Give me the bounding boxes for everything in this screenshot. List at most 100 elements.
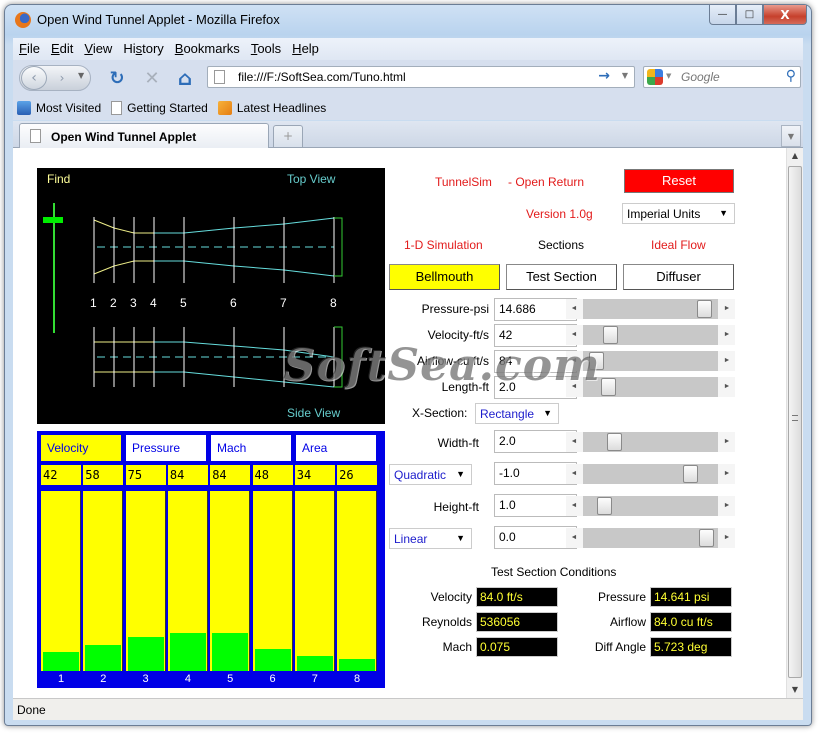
scroll-up-icon[interactable]: ▲ bbox=[787, 148, 803, 164]
reload-button[interactable]: ↻ bbox=[106, 67, 128, 89]
version-label: Version 1.0g bbox=[526, 207, 593, 221]
arrow-right-icon[interactable]: ► bbox=[719, 351, 735, 371]
arrow-right-icon[interactable]: ► bbox=[719, 464, 735, 484]
menu-help[interactable]: Help bbox=[286, 38, 324, 60]
input-linear[interactable]: 0.0 bbox=[494, 526, 577, 549]
forward-button[interactable]: › bbox=[50, 69, 74, 87]
section-button-test-section[interactable]: Test Section bbox=[506, 264, 617, 290]
slider-thumb[interactable] bbox=[597, 497, 613, 515]
menu-edit[interactable]: Edit bbox=[45, 38, 78, 60]
arrow-left-icon[interactable]: ◄ bbox=[566, 299, 582, 319]
slider-thumb[interactable] bbox=[697, 300, 712, 318]
menu-tools[interactable]: Tools bbox=[245, 38, 286, 60]
select-linear[interactable]: Linear ▼ bbox=[389, 528, 472, 549]
slider-pressure-psi[interactable]: ◄ ► bbox=[566, 299, 735, 319]
home-button[interactable]: ⌂ bbox=[174, 66, 196, 90]
arrow-right-icon[interactable]: ► bbox=[719, 299, 735, 319]
list-all-tabs-button[interactable]: ▼ bbox=[781, 125, 801, 147]
slider-thumb[interactable] bbox=[607, 433, 622, 451]
google-logo-icon[interactable] bbox=[647, 69, 663, 85]
slider-track[interactable] bbox=[583, 299, 718, 319]
input-pressure-psi[interactable]: 14.686 bbox=[494, 298, 577, 321]
input-width-ft[interactable]: 2.0 bbox=[494, 430, 577, 453]
arrow-right-icon[interactable]: ► bbox=[719, 528, 735, 548]
station-bar bbox=[41, 491, 81, 671]
arrow-right-icon[interactable]: ► bbox=[719, 496, 735, 516]
slider-thumb[interactable] bbox=[589, 352, 604, 370]
arrow-left-icon[interactable]: ◄ bbox=[566, 496, 582, 516]
history-dropdown-icon[interactable]: ▼ bbox=[78, 71, 84, 80]
slider-track[interactable] bbox=[583, 325, 718, 345]
plot-tab-pressure[interactable]: Pressure bbox=[126, 435, 206, 461]
input-velocity-ft-s[interactable]: 42 bbox=[494, 324, 577, 347]
slider-track[interactable] bbox=[583, 528, 718, 548]
plot-tab-velocity[interactable]: Velocity bbox=[41, 435, 121, 461]
url-input[interactable]: file:///F:/SoftSea.com/Tuno.html bbox=[238, 70, 406, 84]
plot-tab-mach[interactable]: Mach bbox=[211, 435, 291, 461]
arrow-right-icon[interactable]: ► bbox=[719, 325, 735, 345]
new-tab-button[interactable]: + bbox=[273, 125, 303, 147]
scroll-thumb[interactable] bbox=[788, 166, 802, 678]
slider-airflow-cu-ft-s[interactable]: ◄ ► bbox=[566, 351, 735, 371]
section-button-diffuser[interactable]: Diffuser bbox=[623, 264, 734, 290]
find-label[interactable]: Find bbox=[47, 172, 70, 186]
maximize-button[interactable]: □ bbox=[736, 5, 763, 25]
slider-quadratic[interactable]: ◄ ► bbox=[566, 464, 735, 484]
label-airflow-cu-ft-s: Airflow-cu ft/s bbox=[416, 354, 489, 368]
go-arrow-icon[interactable]: → bbox=[598, 68, 610, 84]
sections-label: Sections bbox=[538, 238, 585, 252]
slider-track[interactable] bbox=[583, 351, 718, 371]
bookmark-latest-headlines[interactable]: Latest Headlines bbox=[214, 96, 332, 120]
slider-track[interactable] bbox=[583, 464, 718, 484]
units-select[interactable]: Imperial Units ▼ bbox=[622, 203, 735, 224]
bookmark-most-visited[interactable]: Most Visited bbox=[13, 96, 107, 120]
arrow-left-icon[interactable]: ◄ bbox=[566, 325, 582, 345]
search-icon[interactable]: ⚲ bbox=[786, 68, 796, 84]
plot-tab-area[interactable]: Area bbox=[296, 435, 376, 461]
input-length-ft[interactable]: 2.0 bbox=[494, 376, 577, 399]
close-button[interactable]: X bbox=[763, 5, 807, 25]
stop-button[interactable]: ✕ bbox=[141, 67, 163, 89]
search-input[interactable]: Google bbox=[681, 70, 720, 84]
slider-length-ft[interactable]: ◄ ► bbox=[566, 377, 735, 397]
slider-track[interactable] bbox=[583, 432, 718, 452]
search-bar[interactable]: ▼ Google ⚲ bbox=[643, 66, 801, 88]
back-button[interactable]: ‹ bbox=[21, 66, 47, 90]
address-bar[interactable]: file:///F:/SoftSea.com/Tuno.html → ▼ bbox=[207, 66, 635, 88]
xsection-select[interactable]: Rectangle ▼ bbox=[475, 403, 559, 424]
slider-velocity-ft-s[interactable]: ◄ ► bbox=[566, 325, 735, 345]
slider-thumb[interactable] bbox=[682, 465, 698, 483]
arrow-left-icon[interactable]: ◄ bbox=[566, 464, 582, 484]
reset-button[interactable]: Reset bbox=[624, 169, 734, 193]
minimize-button[interactable]: — bbox=[709, 5, 736, 25]
slider-track[interactable] bbox=[583, 377, 718, 397]
arrow-right-icon[interactable]: ► bbox=[719, 377, 735, 397]
scroll-down-icon[interactable]: ▼ bbox=[787, 682, 803, 698]
input-airflow-cu-ft-s[interactable]: 84 bbox=[494, 350, 577, 373]
arrow-left-icon[interactable]: ◄ bbox=[566, 377, 582, 397]
arrow-left-icon[interactable]: ◄ bbox=[566, 351, 582, 371]
menu-file[interactable]: File bbox=[13, 38, 45, 60]
input-quadratic[interactable]: -1.0 bbox=[494, 462, 577, 485]
slider-height-ft[interactable]: ◄ ► bbox=[566, 496, 735, 516]
menu-bookmarks[interactable]: Bookmarks bbox=[169, 38, 245, 60]
tab-open-wind-tunnel[interactable]: Open Wind Tunnel Applet bbox=[19, 123, 269, 149]
bookmark-getting-started[interactable]: Getting Started bbox=[107, 96, 214, 120]
arrow-left-icon[interactable]: ◄ bbox=[566, 528, 582, 548]
input-height-ft[interactable]: 1.0 bbox=[494, 494, 577, 517]
arrow-right-icon[interactable]: ► bbox=[719, 432, 735, 452]
search-engine-dropdown-icon[interactable]: ▼ bbox=[666, 72, 671, 80]
menu-history[interactable]: History bbox=[117, 38, 168, 60]
select-quadratic[interactable]: Quadratic ▼ bbox=[389, 464, 472, 485]
slider-width-ft[interactable]: ◄ ► bbox=[566, 432, 735, 452]
slider-thumb[interactable] bbox=[699, 529, 715, 547]
section-button-bellmouth[interactable]: Bellmouth bbox=[389, 264, 500, 290]
slider-thumb[interactable] bbox=[601, 378, 616, 396]
arrow-left-icon[interactable]: ◄ bbox=[566, 432, 582, 452]
menu-view[interactable]: View bbox=[78, 38, 117, 60]
slider-thumb[interactable] bbox=[603, 326, 619, 344]
slider-linear[interactable]: ◄ ► bbox=[566, 528, 735, 548]
vertical-scrollbar[interactable]: ▲ ▼ bbox=[786, 148, 803, 698]
slider-track[interactable] bbox=[583, 496, 718, 516]
url-dropdown-icon[interactable]: ▼ bbox=[622, 71, 628, 80]
